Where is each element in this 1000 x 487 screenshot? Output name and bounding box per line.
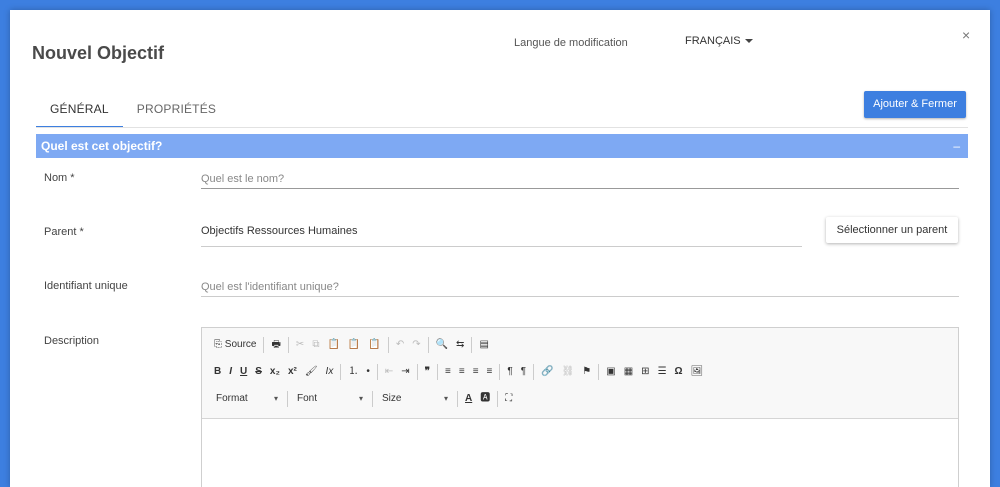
toolbar-separator: [533, 364, 535, 380]
modal-title: Nouvel Objectif: [32, 43, 165, 63]
horizontal-line-icon[interactable]: ☰: [654, 362, 671, 382]
rtl-icon[interactable]: ¶: [517, 362, 530, 382]
tab-properties[interactable]: PROPRIÉTÉS: [123, 92, 230, 128]
indent-icon[interactable]: ⇥: [397, 362, 413, 382]
align-left-icon[interactable]: ≡: [441, 362, 455, 382]
special-char-icon[interactable]: Ω: [671, 362, 687, 382]
language-dropdown[interactable]: FRANÇAIS: [685, 35, 753, 47]
cut-icon[interactable]: ✂: [292, 335, 308, 355]
toolbar-separator: [497, 391, 499, 407]
toolbar-separator: [437, 364, 439, 380]
uid-input[interactable]: [201, 277, 959, 297]
media-icon[interactable]: ▣: [602, 362, 619, 382]
toolbar-separator: [376, 364, 378, 380]
bulleted-list-icon[interactable]: •: [362, 362, 374, 382]
paste-word-icon[interactable]: 📋: [364, 335, 384, 355]
ltr-icon[interactable]: ¶: [503, 362, 516, 382]
toolbar-separator: [387, 337, 389, 353]
align-justify-icon[interactable]: ≡: [483, 362, 497, 382]
name-input[interactable]: [201, 169, 959, 189]
collapse-icon[interactable]: –: [953, 134, 960, 158]
paste-text-icon[interactable]: 📋: [344, 335, 364, 355]
toolbar-separator: [471, 337, 473, 353]
blockquote-icon[interactable]: ❞: [421, 362, 434, 382]
dropdown-arrow-icon: ▾: [273, 394, 278, 403]
close-icon[interactable]: ×: [962, 27, 970, 43]
underline-icon[interactable]: U: [236, 362, 251, 382]
paste-icon[interactable]: 📋: [323, 335, 343, 355]
anchor-flag-icon[interactable]: ⚑: [578, 362, 595, 382]
remove-format-icon[interactable]: Ix: [322, 362, 338, 382]
copy-format-icon[interactable]: 🖌: [301, 362, 322, 382]
dropdown-arrow-icon: ▾: [443, 394, 448, 403]
italic-icon[interactable]: I: [225, 362, 236, 382]
outdent-icon[interactable]: ⇤: [381, 362, 397, 382]
text-color-icon[interactable]: A: [461, 389, 476, 409]
align-center-icon[interactable]: ≡: [455, 362, 469, 382]
subscript-icon[interactable]: x₂: [266, 362, 284, 382]
dropdown-arrow-icon: ▾: [358, 394, 363, 403]
editor-content-area[interactable]: [202, 418, 958, 487]
font-label: Font: [297, 393, 318, 404]
bold-icon[interactable]: B: [210, 362, 225, 382]
redo-icon[interactable]: ↷: [408, 335, 424, 355]
toolbar-separator: [340, 364, 342, 380]
source-button[interactable]: ⎘ Source: [210, 335, 260, 355]
editor-toolbar-row-3: Format ▾ Font ▾ Size ▾ A 🅰 ⛶: [210, 389, 516, 409]
find-icon[interactable]: 🔍: [432, 335, 452, 355]
top-bar: [0, 0, 1000, 10]
new-objective-modal: Nouvel Objectif Langue de modification F…: [10, 10, 990, 487]
section-title: Quel est cet objectif?: [41, 139, 163, 153]
toolbar-separator: [457, 391, 458, 407]
parent-field[interactable]: Objectifs Ressources Humaines: [201, 224, 802, 247]
name-label: Nom *: [44, 172, 75, 184]
parent-label: Parent *: [44, 226, 84, 238]
size-label: Size: [382, 393, 402, 404]
tab-general[interactable]: GÉNÉRAL: [36, 92, 123, 128]
language-label: Langue de modification: [514, 37, 628, 49]
toolbar-separator: [372, 391, 373, 407]
rich-text-editor: ⎘ Source 🖶 ✂ ⧉ 📋 📋 📋 ↶ ↷ 🔍 ⇆ ▤ B I U S x…: [201, 327, 959, 487]
editor-toolbar-row-1: ⎘ Source 🖶 ✂ ⧉ 📋 📋 📋 ↶ ↷ 🔍 ⇆ ▤: [210, 335, 493, 355]
uid-label: Identifiant unique: [44, 280, 128, 292]
size-dropdown[interactable]: Size ▾: [376, 389, 454, 409]
select-all-icon[interactable]: ▤: [475, 335, 492, 355]
tab-bar: GÉNÉRAL PROPRIÉTÉS: [36, 92, 230, 128]
editor-toolbar-row-2: B I U S x₂ x² 🖌 Ix ⒈ • ⇤ ⇥ ❞ ≡ ≡ ≡ ≡ ¶ ¶…: [210, 362, 707, 382]
numbered-list-icon[interactable]: ⒈: [344, 362, 362, 382]
select-parent-button[interactable]: Sélectionner un parent: [826, 217, 958, 243]
toolbar-separator: [287, 391, 288, 407]
toolbar-separator: [416, 364, 418, 380]
link-icon[interactable]: 🔗: [537, 362, 557, 382]
section-header[interactable]: Quel est cet objectif? –: [36, 134, 968, 158]
replace-icon[interactable]: ⇆: [452, 335, 468, 355]
toolbar-separator: [499, 364, 501, 380]
strikethrough-icon[interactable]: S: [251, 362, 266, 382]
caret-down-icon: [744, 39, 753, 44]
add-and-close-button[interactable]: Ajouter & Fermer: [864, 91, 966, 118]
format-label: Format: [216, 393, 248, 404]
tabs-divider: [36, 127, 968, 128]
undo-icon[interactable]: ↶: [392, 335, 408, 355]
background-color-icon[interactable]: 🅰: [476, 389, 494, 409]
toolbar-separator: [263, 337, 265, 353]
font-dropdown[interactable]: Font ▾: [291, 389, 369, 409]
maximize-icon[interactable]: ⛶: [501, 389, 516, 409]
superscript-icon[interactable]: x²: [284, 362, 301, 382]
unlink-icon[interactable]: ⛓: [558, 362, 579, 382]
toolbar-separator: [427, 337, 429, 353]
table-icon[interactable]: ⊞: [637, 362, 653, 382]
toolbar-separator: [287, 337, 289, 353]
template-icon[interactable]: ▦: [620, 362, 637, 382]
format-dropdown[interactable]: Format ▾: [210, 389, 284, 409]
copy-icon[interactable]: ⧉: [308, 335, 323, 355]
description-label: Description: [44, 335, 100, 347]
image-icon[interactable]: 🖼: [687, 362, 708, 382]
print-icon[interactable]: 🖶: [267, 335, 284, 355]
language-value: FRANÇAIS: [685, 35, 741, 47]
align-right-icon[interactable]: ≡: [469, 362, 483, 382]
toolbar-separator: [598, 364, 600, 380]
